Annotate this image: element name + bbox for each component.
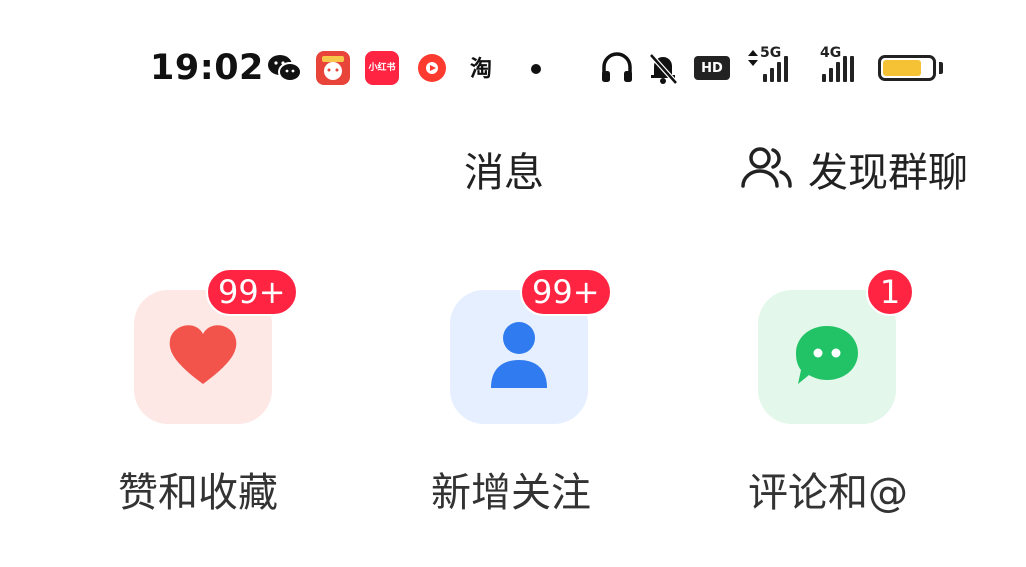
tile-label: 赞和收藏 (118, 470, 278, 516)
discover-group-chat-button[interactable]: 发现群聊 (740, 140, 968, 198)
new-year-app-icon (316, 51, 350, 85)
signal-strength-icon (763, 56, 788, 82)
group-users-icon (740, 144, 794, 194)
battery-cap (939, 62, 943, 74)
xiaohongshu-icon-text: 小红书 (368, 62, 396, 73)
new-followers-entry[interactable]: 99+ 新增关注 (431, 268, 674, 518)
battery-icon (878, 55, 936, 81)
hd-label: HD (701, 60, 723, 76)
unread-badge: 1 (866, 268, 914, 316)
taobao-icon-text: 淘 (469, 57, 492, 82)
taobao-icon: 淘 (464, 50, 498, 84)
user-icon (487, 320, 551, 394)
more-notifications-dot-icon (530, 63, 542, 75)
comments-and-mentions-entry[interactable]: 1 评论和@ (742, 268, 982, 518)
tile-label: 新增关注 (431, 470, 591, 516)
unread-badge: 99+ (206, 268, 298, 316)
heart-icon (166, 322, 240, 392)
xiaohongshu-icon: 小红书 (365, 51, 399, 85)
hd-voice-icon: HD (694, 56, 730, 80)
mute-bell-icon (646, 50, 680, 86)
video-app-icon (416, 52, 448, 84)
wechat-icon (266, 52, 302, 84)
headphones-icon (599, 50, 635, 86)
page-title: 消息 (464, 150, 544, 196)
status-bar: 19:02 小红书 淘 HD 5G 4G (0, 0, 1026, 130)
likes-and-favorites-entry[interactable]: 99+ 赞和收藏 (118, 268, 358, 518)
battery-level-fill (883, 60, 922, 76)
discover-label: 发现群聊 (808, 150, 968, 196)
signal-5g-arrows-icon (746, 48, 760, 68)
status-time: 19:02 (150, 48, 264, 88)
signal-strength-icon (822, 56, 854, 82)
tile-label: 评论和@ (748, 470, 908, 516)
unread-badge: 99+ (520, 268, 612, 316)
chat-bubble-icon (792, 322, 862, 392)
